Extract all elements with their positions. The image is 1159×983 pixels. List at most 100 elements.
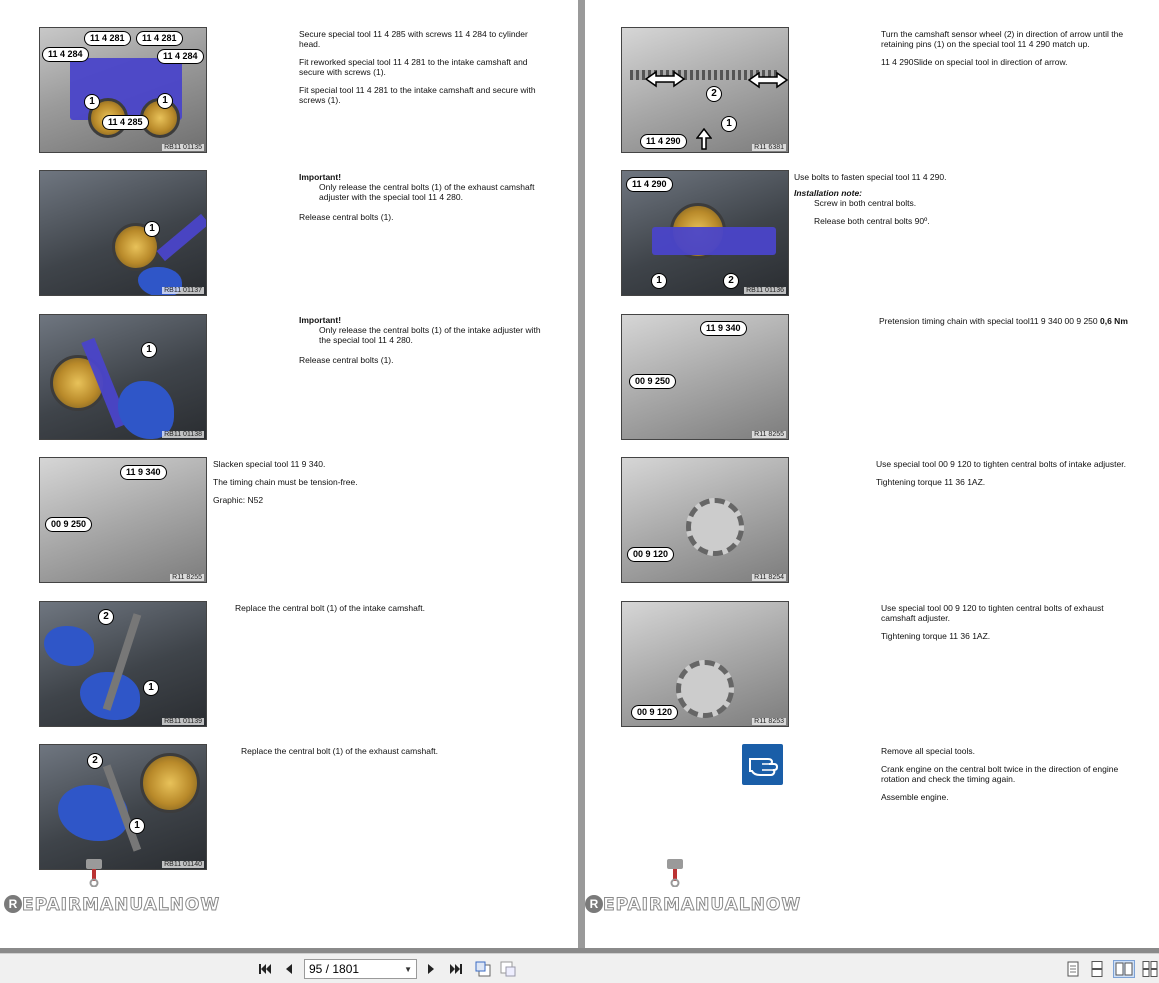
page-down-icon[interactable] (500, 961, 516, 977)
callout-number: 2 (706, 86, 722, 102)
tool-label: 11 4 285 (102, 115, 149, 130)
viewer-toolbar: 95 / 1801 ▼ (0, 953, 1159, 983)
piston-icon (667, 859, 683, 887)
instruction: Release central bolts (1). (299, 355, 394, 365)
figure-exhaust-central-bolt: 2 1 RB11 01140 (39, 744, 207, 870)
page-up-icon[interactable] (475, 961, 491, 977)
tool-label: 00 9 250 (629, 374, 677, 389)
figure-reference: R11 8255 (752, 431, 786, 438)
important-heading: Important! (299, 172, 342, 182)
callout-number: 2 (723, 273, 739, 289)
callout-number: 2 (87, 753, 103, 769)
callout-number: 1 (157, 93, 173, 109)
torque-value: 0,6 Nm (1100, 316, 1128, 326)
instruction: Release central bolts (1). (299, 212, 394, 222)
continuous-view-icon[interactable] (1090, 961, 1104, 977)
tool-label: 11 4 290 (626, 177, 673, 192)
step-text: Use special tool 00 9 120 to tighten cen… (876, 459, 1146, 495)
torque-angle-gauge (686, 498, 744, 556)
important-text: Only release the central bolts (1) of th… (319, 325, 541, 345)
figure-pretension-chain: 11 9 340 00 9 250 R11 8255 (621, 314, 789, 440)
instruction: Use special tool 00 9 120 to tighten cen… (876, 459, 1126, 469)
camshaft-gear (140, 753, 200, 813)
watermark-logo: R EPAIRMANUALNOW (585, 857, 801, 921)
callout-number: 1 (651, 273, 667, 289)
page-number-select[interactable]: 95 / 1801 ▼ (304, 959, 417, 979)
instruction: Crank engine on the central bolt twice i… (881, 764, 1119, 784)
instruction: Tightening torque 11 36 1AZ. (876, 477, 986, 487)
figure-reference: RB11 01139 (162, 718, 204, 725)
figure-sensor-wheel: 2 1 11 4 290 R11 6381 (621, 27, 789, 153)
important-heading: Important! (299, 315, 342, 325)
tool-label: 11 4 290 (640, 134, 687, 149)
figure-intake-adjuster: 1 RB11 01138 (39, 314, 207, 440)
instruction: Turn the camshaft sensor wheel (2) in di… (881, 29, 1124, 49)
right-page: 2 1 11 4 290 R11 6381 Turn the camshaft … (585, 0, 1159, 948)
instruction: Replace the central bolt (1) of the inta… (235, 603, 425, 613)
page-indicator: 95 / 1801 (309, 962, 360, 976)
up-arrow-icon (696, 128, 712, 150)
step-text: Use special tool 00 9 120 to tighten cen… (881, 603, 1121, 649)
torque-angle-gauge (676, 660, 734, 718)
figure-exhaust-adjuster: 1 RB11 01137 (39, 170, 207, 296)
watermark-text: EPAIRMANUALNOW (602, 895, 802, 916)
figure-reference: RB11 01136 (744, 287, 786, 294)
figure-fasten-tool: 11 4 290 1 2 RB11 01136 (621, 170, 789, 296)
chevron-down-icon[interactable]: ▼ (404, 965, 412, 974)
note-title: Installation note: (794, 188, 862, 198)
callout-number: 1 (144, 221, 160, 237)
tool-label: 00 9 250 (45, 517, 93, 532)
next-page-icon[interactable] (423, 961, 439, 977)
callout-number: 1 (143, 680, 159, 696)
instruction: Use special tool 00 9 120 to tighten cen… (881, 603, 1104, 623)
callout-number: 1 (141, 342, 157, 358)
figure-camshaft-tools: 11 4 281 11 4 281 11 4 284 11 4 284 11 4… (39, 27, 207, 153)
step-text: Secure special tool 11 4 285 with screws… (299, 29, 539, 113)
figure-tighten-exhaust: 00 9 120 R11 8253 (621, 601, 789, 727)
callout-number: 1 (721, 116, 737, 132)
figure-reference: R11 6381 (752, 144, 786, 151)
step-text: Pretension timing chain with special too… (879, 316, 1139, 334)
piston-icon (86, 859, 102, 887)
two-page-continuous-view-icon[interactable] (1142, 961, 1158, 977)
double-arrow-icon (747, 71, 788, 89)
step-text: Use bolts to fasten special tool 11 4 29… (794, 172, 1044, 234)
pointing-hand-icon (742, 744, 783, 785)
note-line: Screw in both central bolts. (814, 198, 917, 208)
instruction: Fit reworked special tool 11 4 281 to th… (299, 57, 528, 77)
callout-number: 1 (129, 818, 145, 834)
single-page-view-icon[interactable] (1066, 961, 1080, 977)
step-text: Remove all special tools. Crank engine o… (881, 746, 1131, 810)
watermark-text: EPAIRMANUALNOW (21, 895, 221, 916)
figure-intake-central-bolt: 2 1 RB11 01139 (39, 601, 207, 727)
special-tool-block (652, 227, 776, 255)
double-arrow-icon (644, 70, 686, 88)
instruction: Graphic: N52 (213, 495, 264, 505)
instruction: Slacken special tool 11 9 340. (213, 459, 326, 469)
glove-hand (44, 626, 94, 666)
instruction: 11 4 290Slide on special tool in directi… (881, 57, 1068, 67)
tool-label: 11 4 281 (136, 31, 183, 46)
figure-reference: RB11 01135 (162, 144, 204, 151)
tool-label: 00 9 120 (631, 705, 679, 720)
step-text: Turn the camshaft sensor wheel (2) in di… (881, 29, 1131, 75)
instruction: Remove all special tools. (881, 746, 976, 756)
step-text: Important! Only release the central bolt… (299, 315, 549, 373)
last-page-icon[interactable] (448, 961, 464, 977)
first-page-icon[interactable] (257, 961, 273, 977)
instruction: Secure special tool 11 4 285 with screws… (299, 29, 528, 49)
tool-label: 00 9 120 (627, 547, 675, 562)
watermark-letter: R (585, 895, 603, 913)
step-text: Important! Only release the central bolt… (299, 172, 549, 230)
two-page-view-icon[interactable] (1113, 960, 1135, 978)
step-text: Slacken special tool 11 9 340. The timin… (213, 459, 433, 513)
instruction: Assemble engine. (881, 792, 949, 802)
figure-reference: R11 8255 (170, 574, 204, 581)
watermark-logo: R EPAIRMANUALNOW (4, 857, 220, 921)
tool-label: 11 9 340 (700, 321, 747, 336)
callout-number: 2 (98, 609, 114, 625)
prev-page-icon[interactable] (281, 961, 297, 977)
figure-tighten-intake: 00 9 120 R11 8254 (621, 457, 789, 583)
page-gutter (578, 0, 585, 948)
instruction: Fit special tool 11 4 281 to the intake … (299, 85, 536, 105)
